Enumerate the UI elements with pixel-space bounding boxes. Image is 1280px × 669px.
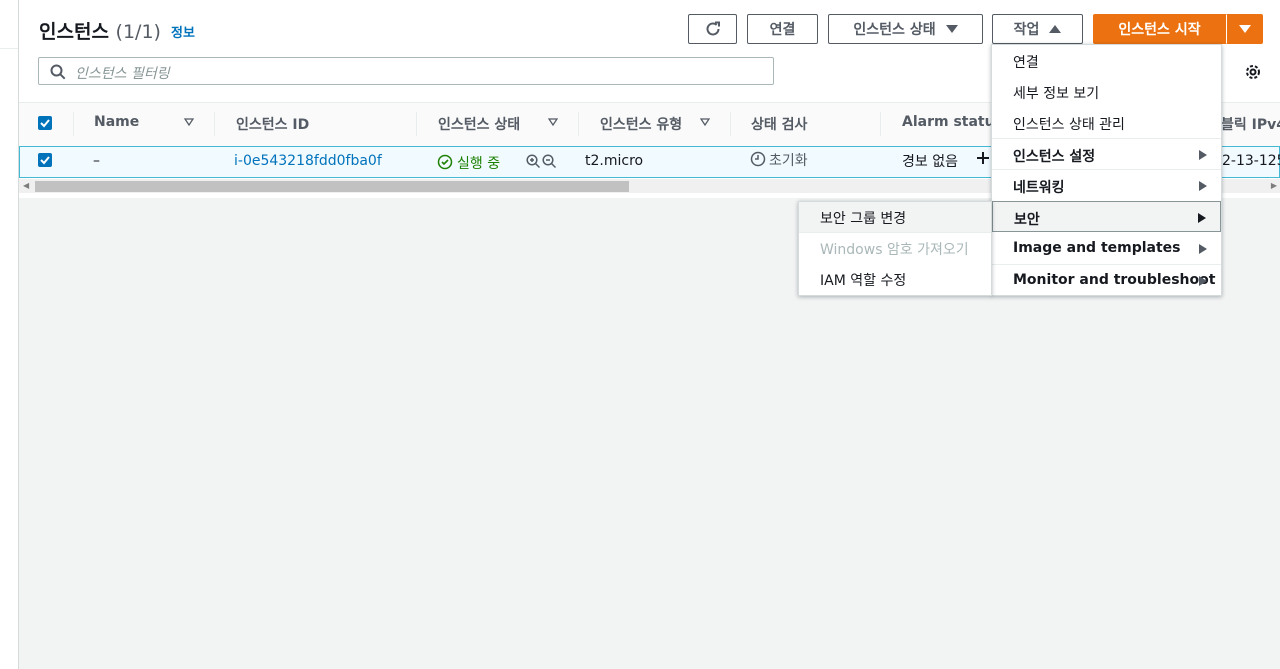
caret-right-icon [1199, 150, 1207, 160]
security-submenu: 보안 그룹 변경 Windows 암호 가져오기 IAM 역할 수정 [798, 201, 992, 296]
caret-right-icon [1199, 276, 1207, 286]
check-icon [40, 156, 50, 165]
cell-alarm-status: 경보 없음 [902, 154, 958, 170]
submenu-item-modify-iam-role[interactable]: IAM 역할 수정 [799, 264, 991, 295]
instance-state-button[interactable]: 인스턴스 상태 [828, 14, 983, 44]
submenu-item-label: Windows 암호 가져오기 [820, 242, 969, 258]
caret-right-icon [1199, 244, 1207, 254]
page-title: 인스턴스 (1/1) [39, 17, 161, 44]
menu-item-label: Monitor and troubleshoot [1013, 272, 1216, 288]
menu-item-label: 네트워킹 [1013, 180, 1065, 196]
menu-item-connect[interactable]: 연결 [992, 45, 1221, 76]
zoom-in-icon[interactable] [526, 154, 541, 169]
connect-button-label: 연결 [769, 22, 796, 38]
menu-item-instance-settings[interactable]: 인스턴스 설정 [992, 138, 1221, 169]
check-circle-icon [437, 154, 453, 170]
scroll-left-icon[interactable]: ◀ [23, 181, 29, 190]
menu-item-view-details[interactable]: 세부 정보 보기 [992, 76, 1221, 107]
search-input[interactable]: 인스턴스 필터링 [38, 57, 774, 85]
menu-item-image-and-templates[interactable]: Image and templates [992, 233, 1221, 264]
clock-icon [750, 151, 766, 167]
page-title-text: 인스턴스 [39, 21, 109, 43]
side-navigation-edge [0, 0, 19, 669]
launch-instances-label: 인스턴스 시작 [1118, 22, 1201, 38]
submenu-item-get-windows-password: Windows 암호 가져오기 [799, 233, 991, 264]
launch-instances-button[interactable]: 인스턴스 시작 [1093, 14, 1226, 44]
cell-public-ipv4: 2-13-125 [1222, 153, 1280, 169]
zoom-out-icon[interactable] [542, 154, 557, 169]
submenu-item-change-security-groups[interactable]: 보안 그룹 변경 [799, 202, 991, 233]
plus-icon[interactable] [976, 151, 990, 165]
cell-instance-state: 실행 중 [457, 156, 501, 172]
actions-button[interactable]: 작업 [992, 14, 1083, 44]
row-checkbox[interactable] [38, 153, 52, 167]
menu-item-label: 연결 [1013, 55, 1039, 71]
column-divider [578, 112, 579, 136]
scroll-right-icon[interactable]: ▶ [1271, 181, 1277, 190]
check-icon [40, 119, 50, 128]
sort-icon[interactable] [184, 118, 194, 126]
search-icon [50, 64, 66, 80]
caret-right-icon [1198, 213, 1206, 223]
cell-instance-id[interactable]: i-0e543218fdd0fba0f [234, 153, 382, 169]
column-header-instance-state[interactable]: 인스턴스 상태 [438, 114, 520, 134]
menu-item-label: 인스턴스 상태 관리 [1013, 117, 1125, 133]
menu-item-label: 보안 [1014, 212, 1040, 228]
select-all-checkbox[interactable] [38, 116, 52, 130]
cell-instance-type: t2.micro [585, 153, 644, 169]
scrollbar-thumb[interactable] [35, 181, 629, 192]
menu-item-monitor-and-troubleshoot[interactable]: Monitor and troubleshoot [992, 264, 1221, 295]
gear-icon[interactable] [1244, 63, 1262, 81]
submenu-item-label: IAM 역할 수정 [820, 273, 907, 289]
launch-dropdown-button[interactable] [1226, 14, 1263, 44]
menu-item-label: Image and templates [1013, 240, 1181, 256]
cell-status-check: 초기화 [769, 153, 808, 169]
info-link[interactable]: 정보 [171, 22, 195, 41]
menu-item-label: 세부 정보 보기 [1013, 86, 1100, 102]
search-placeholder: 인스턴스 필터링 [75, 66, 170, 82]
cell-name: – [93, 153, 100, 169]
caret-right-icon [1199, 181, 1207, 191]
column-header-status-check[interactable]: 상태 검사 [751, 114, 807, 134]
column-header-alarm-status[interactable]: Alarm status [902, 114, 1003, 130]
submenu-item-label: 보안 그룹 변경 [820, 211, 907, 227]
instance-state-label: 인스턴스 상태 [853, 22, 936, 38]
instance-count: (1/1) [115, 21, 161, 43]
sort-icon[interactable] [548, 118, 558, 126]
column-divider [730, 112, 731, 136]
column-divider [416, 112, 417, 136]
menu-item-label: 인스턴스 설정 [1013, 149, 1096, 165]
refresh-button[interactable] [688, 14, 737, 44]
column-divider [73, 112, 74, 136]
column-divider [880, 112, 881, 136]
sort-icon[interactable] [700, 118, 710, 126]
menu-item-security[interactable]: 보안 [992, 201, 1221, 232]
column-header-public-ipv4[interactable]: 블릭 IPv4 [1221, 114, 1280, 134]
menu-item-manage-instance-state[interactable]: 인스턴스 상태 관리 [992, 107, 1221, 138]
column-header-instance-type[interactable]: 인스턴스 유형 [600, 114, 682, 134]
actions-menu: 연결 세부 정보 보기 인스턴스 상태 관리 인스턴스 설정 네트워킹 보안 I… [991, 44, 1222, 296]
connect-button[interactable]: 연결 [747, 14, 818, 44]
caret-up-icon [1049, 25, 1062, 33]
actions-button-label: 작업 [1013, 22, 1040, 38]
caret-down-icon [1238, 25, 1251, 33]
column-divider [214, 112, 215, 136]
column-header-instance-id[interactable]: 인스턴스 ID [236, 114, 309, 134]
column-header-name[interactable]: Name [94, 114, 139, 130]
caret-down-icon [945, 25, 958, 33]
menu-item-networking[interactable]: 네트워킹 [992, 169, 1221, 200]
refresh-icon [706, 21, 720, 36]
